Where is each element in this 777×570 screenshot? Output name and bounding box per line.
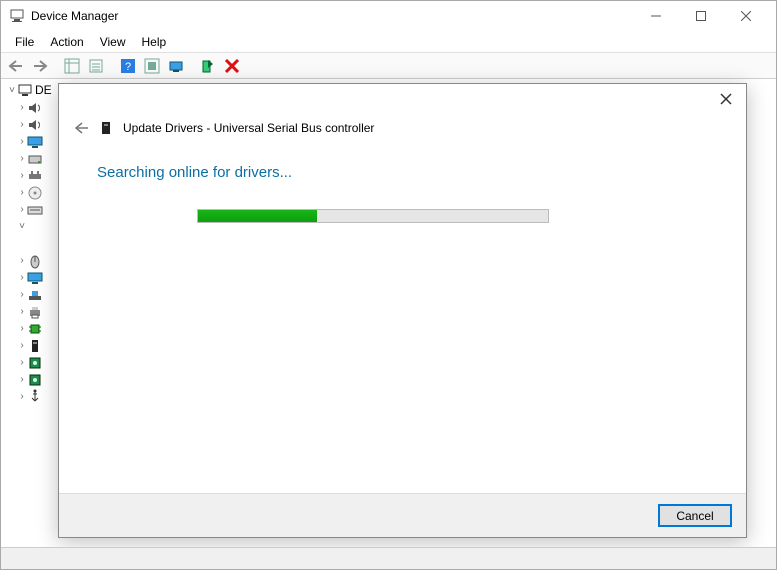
tree-item[interactable]: › xyxy=(7,388,63,405)
forward-button[interactable] xyxy=(29,55,51,77)
expand-icon[interactable]: › xyxy=(17,119,27,130)
usb-icon xyxy=(27,389,43,405)
toolbar: ? xyxy=(1,53,776,79)
tree-item[interactable]: › xyxy=(7,99,63,116)
sound-icon xyxy=(27,117,43,133)
show-hide-tree-button[interactable] xyxy=(61,55,83,77)
update-drivers-dialog: Update Drivers - Universal Serial Bus co… xyxy=(58,83,747,538)
tree-item[interactable]: › xyxy=(7,150,63,167)
tree-item[interactable]: ˅ xyxy=(7,218,63,235)
chip-icon xyxy=(27,355,43,371)
minimize-button[interactable] xyxy=(633,1,678,31)
expand-icon[interactable]: › xyxy=(17,153,27,164)
expand-icon[interactable]: › xyxy=(17,323,27,334)
dialog-title: Update Drivers - Universal Serial Bus co… xyxy=(123,121,374,135)
usb-hub-icon xyxy=(27,168,43,184)
tree-item[interactable]: › xyxy=(7,371,63,388)
tree-item[interactable]: › xyxy=(7,269,63,286)
progress-bar xyxy=(197,209,549,223)
menu-action[interactable]: Action xyxy=(42,33,91,51)
chip-icon xyxy=(27,372,43,388)
progress-fill xyxy=(198,210,317,222)
tree-item[interactable]: › xyxy=(7,320,63,337)
expand-icon[interactable]: › xyxy=(17,391,27,402)
tree-root-label: DE xyxy=(35,83,52,97)
blank-icon xyxy=(27,219,43,235)
tree-root[interactable]: ˅ DE xyxy=(7,81,63,99)
monitor-icon xyxy=(27,134,43,150)
tree-item[interactable]: › xyxy=(7,116,63,133)
collapse-icon[interactable]: ˅ xyxy=(7,85,17,96)
menu-help[interactable]: Help xyxy=(134,33,175,51)
help-button[interactable]: ? xyxy=(117,55,139,77)
svg-text:?: ? xyxy=(125,61,131,73)
maximize-button[interactable] xyxy=(678,1,723,31)
close-button[interactable] xyxy=(723,1,768,31)
sound-icon xyxy=(27,100,43,116)
blank-icon xyxy=(27,236,43,252)
disable-button[interactable] xyxy=(221,55,243,77)
window-title: Device Manager xyxy=(31,9,633,23)
cd-icon xyxy=(27,185,43,201)
device-tree[interactable]: ˅ DE ›››››››˅››››››››› xyxy=(7,81,63,533)
tree-item[interactable]: › xyxy=(7,133,63,150)
window-controls xyxy=(633,1,768,31)
drive-icon xyxy=(27,151,43,167)
tree-item[interactable] xyxy=(7,235,63,252)
properties-button[interactable] xyxy=(85,55,107,77)
tree-item[interactable]: › xyxy=(7,167,63,184)
tree-item[interactable]: › xyxy=(7,303,63,320)
statusbar xyxy=(1,547,776,569)
app-icon xyxy=(9,8,25,24)
tree-item[interactable]: › xyxy=(7,286,63,303)
printer-icon xyxy=(27,304,43,320)
dialog-close-button[interactable] xyxy=(716,89,736,109)
mouse-icon xyxy=(27,253,43,269)
device-icon xyxy=(27,338,43,354)
tree-item[interactable]: › xyxy=(7,354,63,371)
keyboard-icon xyxy=(27,202,43,218)
dialog-back-button[interactable] xyxy=(73,121,89,135)
uninstall-button[interactable] xyxy=(197,55,219,77)
net-icon xyxy=(27,287,43,303)
cpu-icon xyxy=(27,321,43,337)
cancel-button[interactable]: Cancel xyxy=(658,504,732,527)
menu-file[interactable]: File xyxy=(7,33,42,51)
tree-item[interactable]: › xyxy=(7,201,63,218)
expand-icon[interactable]: › xyxy=(17,255,27,266)
expand-icon[interactable]: › xyxy=(17,374,27,385)
expand-icon[interactable]: › xyxy=(17,357,27,368)
tree-item[interactable]: › xyxy=(7,337,63,354)
expand-icon[interactable]: › xyxy=(17,306,27,317)
expand-icon[interactable]: › xyxy=(17,187,27,198)
expand-icon[interactable]: › xyxy=(17,289,27,300)
expand-icon[interactable]: › xyxy=(17,170,27,181)
device-manager-window: Device Manager File Action View Help ? ˅ xyxy=(0,0,777,570)
titlebar: Device Manager xyxy=(1,1,776,31)
expand-icon[interactable]: › xyxy=(17,340,27,351)
expand-icon[interactable]: › xyxy=(17,272,27,283)
computer-icon xyxy=(17,82,33,98)
menubar: File Action View Help xyxy=(1,31,776,53)
drive-icon xyxy=(99,121,113,135)
monitor-icon xyxy=(27,270,43,286)
expand-icon[interactable]: › xyxy=(17,102,27,113)
cancel-button-label: Cancel xyxy=(676,509,713,523)
menu-view[interactable]: View xyxy=(92,33,134,51)
dialog-status-text: Searching online for drivers... xyxy=(97,164,708,181)
tree-item[interactable]: › xyxy=(7,252,63,269)
tree-item[interactable]: › xyxy=(7,184,63,201)
scan-button[interactable] xyxy=(141,55,163,77)
update-driver-button[interactable] xyxy=(165,55,187,77)
back-button[interactable] xyxy=(5,55,27,77)
expand-icon[interactable]: › xyxy=(17,204,27,215)
collapse-icon[interactable]: ˅ xyxy=(17,221,27,232)
expand-icon[interactable]: › xyxy=(17,136,27,147)
